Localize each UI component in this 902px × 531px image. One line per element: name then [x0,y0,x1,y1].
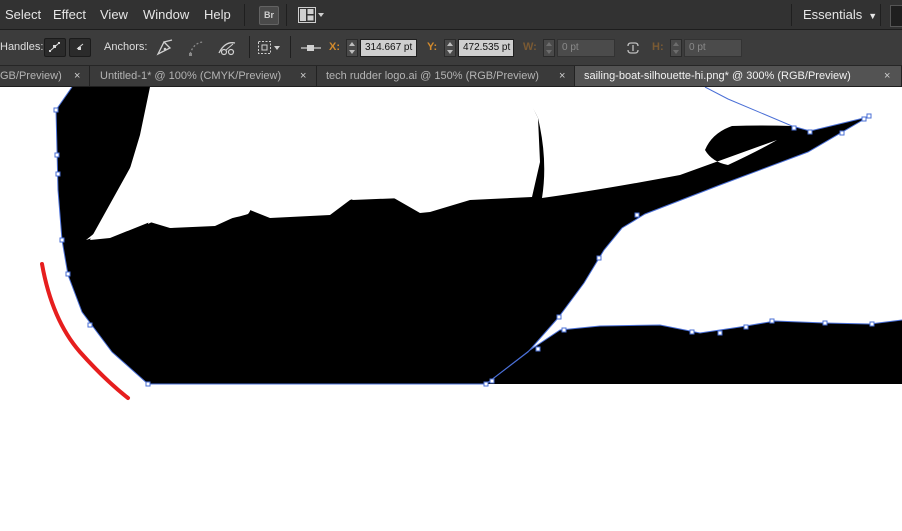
w-label: W: [523,41,537,53]
y-label: Y: [427,41,438,53]
tab-label: tech rudder logo.ai @ 150% (RGB/Preview) [326,70,539,82]
workspace-switcher[interactable]: Essentials ▼ [803,7,877,22]
document-tab-bar: GB/Preview) × Untitled-1* @ 100% (CMYK/P… [0,66,902,87]
artboard-canvas[interactable] [0,87,902,531]
tab-label: sailing-boat-silhouette-hi.png* @ 300% (… [584,70,851,82]
pen-add-anchor-icon[interactable] [154,38,178,58]
handles-label: Handles: [0,41,44,53]
cut-path-icon[interactable] [216,38,240,58]
close-icon[interactable]: × [300,66,306,86]
menu-effect[interactable]: Effect [53,7,86,22]
x-field[interactable]: 314.667 pt [360,39,417,57]
show-handles-multiple-icon[interactable] [69,38,91,57]
convert-anchor-icon[interactable] [186,38,210,58]
workspace-label: Essentials [803,7,863,22]
y-stepper[interactable] [444,39,456,57]
control-bar: Handles: Anchors: X: 314.667 pt Y: 472.5… [0,30,902,66]
tab-untitled-1[interactable]: Untitled-1* @ 100% (CMYK/Preview) × [90,66,317,86]
y-field[interactable]: 472.535 pt [458,39,514,57]
menu-window[interactable]: Window [143,7,189,22]
control-divider [249,36,250,58]
tab-tech-rudder-logo[interactable]: tech rudder logo.ai @ 150% (RGB/Preview)… [317,66,575,86]
tab-label: Untitled-1* @ 100% (CMYK/Preview) [100,70,282,82]
h-stepper[interactable] [670,39,682,57]
menu-select[interactable]: Select [5,7,41,22]
menu-bar: Select Effect View Window Help Br Essent… [0,0,902,30]
h-label: H: [652,41,664,53]
align-icon[interactable] [300,38,324,58]
x-stepper[interactable] [346,39,358,57]
close-icon[interactable]: × [559,66,565,86]
chevron-down-icon: ▼ [868,11,878,21]
menu-divider [880,4,881,26]
w-field[interactable]: 0 pt [557,39,615,57]
close-icon[interactable]: × [74,66,80,86]
menu-divider [286,4,287,26]
anchors-label: Anchors: [104,41,148,53]
menu-view[interactable]: View [100,7,128,22]
tab-document[interactable]: GB/Preview) × [0,66,90,86]
x-label: X: [329,41,340,53]
h-field[interactable]: 0 pt [684,39,742,57]
tab-label: GB/Preview) [0,70,62,82]
close-icon[interactable]: × [884,66,890,86]
constrain-proportions-icon[interactable] [622,38,646,58]
arrange-documents-icon[interactable] [298,7,326,23]
tab-sailing-boat-silhouette[interactable]: sailing-boat-silhouette-hi.png* @ 300% (… [575,66,902,86]
menu-divider [244,4,245,26]
menu-divider [791,4,792,26]
w-stepper[interactable] [543,39,555,57]
menu-help[interactable]: Help [204,7,231,22]
transform-icon[interactable] [256,38,280,58]
bridge-button[interactable]: Br [259,6,279,25]
show-handles-selected-icon[interactable] [44,38,66,57]
search-field[interactable] [890,5,902,27]
control-divider [290,36,291,58]
